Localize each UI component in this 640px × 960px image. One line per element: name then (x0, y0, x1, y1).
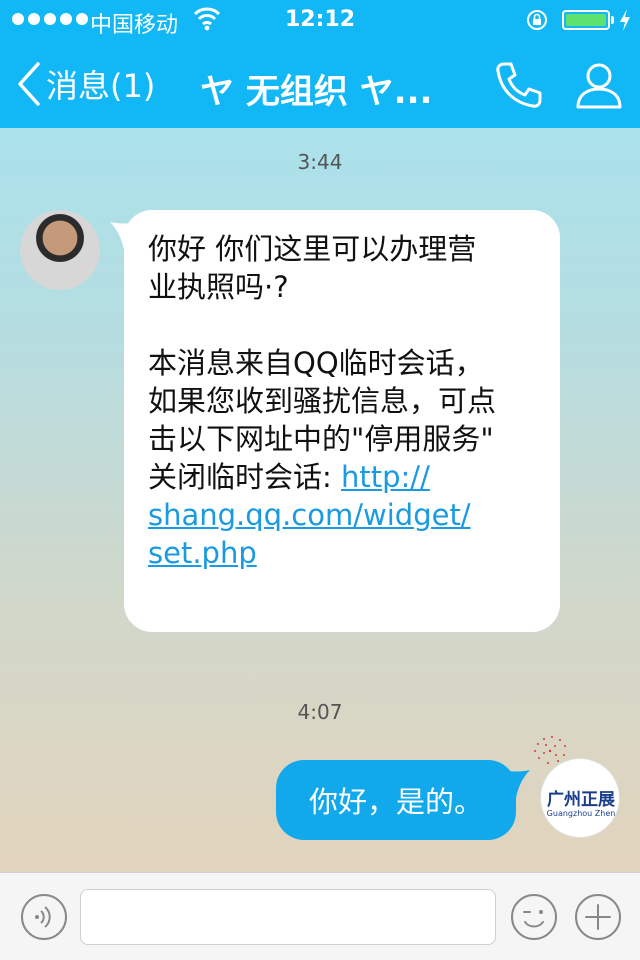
message-text: 你好，是的。 (308, 785, 483, 819)
message-spacer (148, 306, 536, 344)
message-text: 关闭临时会话: (148, 460, 341, 494)
battery-nub (611, 16, 614, 24)
back-label: 消息(1) (46, 67, 156, 105)
url-link[interactable]: set.php (148, 534, 536, 572)
rotation-lock-icon (527, 10, 547, 30)
url-link[interactable]: http:// (341, 460, 430, 494)
message-line: 业执照吗·? (148, 270, 289, 304)
logo-text: 广州正展 (547, 790, 615, 810)
plus-icon[interactable] (574, 893, 622, 941)
timestamp: 4:07 (297, 700, 343, 724)
message-line: 击以下网址中的"停用服务" (148, 422, 494, 456)
outgoing-message-bubble[interactable]: 你好，是的。 (276, 760, 530, 840)
contact-avatar[interactable] (20, 210, 100, 290)
message-line: 你好 你们这里可以办理营 (148, 232, 477, 266)
message-line: 如果您收到骚扰信息，可点 (148, 384, 497, 418)
battery-icon (562, 10, 610, 30)
logo-subtext: Guangzhou Zhen (546, 809, 616, 818)
input-bar (0, 872, 640, 960)
message-line: 本消息来自QQ临时会话， (148, 346, 484, 380)
chat-title: ヤ 无组织 ヤ... (200, 72, 433, 112)
back-button[interactable]: 消息(1) (14, 62, 155, 106)
url-link[interactable]: shang.qq.com/widget/ (148, 496, 536, 534)
incoming-message-bubble[interactable]: 你好 你们这里可以办理营 业执照吗·? 本消息来自QQ临时会话， 如果您收到骚扰… (110, 210, 560, 632)
message-input[interactable] (80, 889, 496, 945)
emoji-icon[interactable] (510, 893, 558, 941)
timestamp: 3:44 (297, 150, 343, 174)
top-bar: 中国移动 12:12 消息(1) ヤ 无组织 ヤ... (0, 0, 640, 128)
back-chevron-icon (18, 62, 40, 106)
bubble-tail (502, 770, 530, 798)
charging-bolt-icon (620, 9, 630, 31)
bubble-tail (110, 222, 138, 250)
own-avatar[interactable]: 广州正展 Guangzhou Zhen (540, 758, 620, 838)
voice-icon[interactable] (20, 893, 68, 941)
phone-icon[interactable] (494, 60, 544, 110)
status-bar: 中国移动 12:12 (0, 0, 640, 40)
nav-bar: 消息(1) ヤ 无组织 ヤ... (0, 40, 640, 128)
message-line: 关闭临时会话: http:// (148, 458, 536, 496)
profile-icon[interactable] (574, 60, 624, 110)
